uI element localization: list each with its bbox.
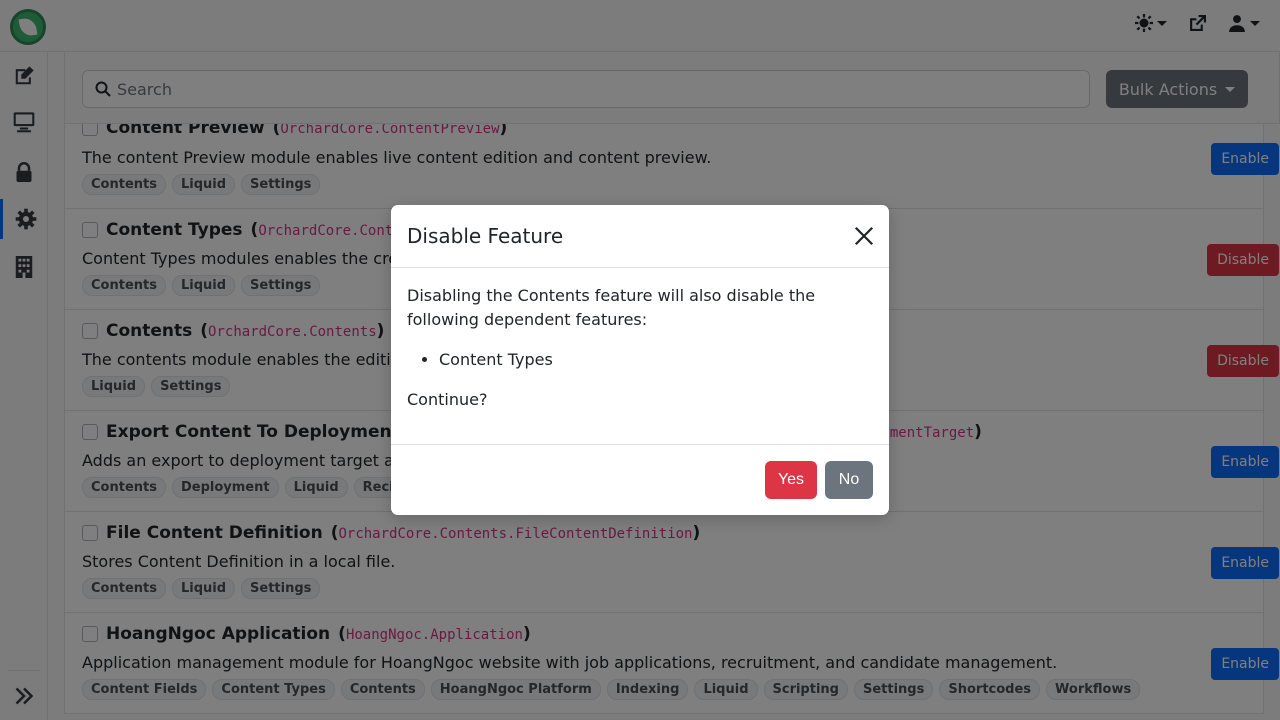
modal-header: Disable Feature — [391, 205, 889, 268]
disable-feature-modal: Disable Feature Disabling the Contents f… — [391, 205, 889, 515]
modal-question: Continue? — [407, 390, 488, 409]
yes-button[interactable]: Yes — [765, 461, 817, 499]
dependent-features-list: Content Types — [439, 348, 873, 372]
modal-message: Disabling the Contents feature will also… — [407, 286, 816, 329]
modal-title: Disable Feature — [407, 224, 564, 248]
dependent-feature: Content Types — [439, 348, 873, 372]
no-button[interactable]: No — [825, 461, 873, 499]
modal-footer: Yes No — [391, 444, 889, 515]
close-icon[interactable] — [853, 225, 875, 247]
modal-body: Disabling the Contents feature will also… — [391, 268, 889, 444]
